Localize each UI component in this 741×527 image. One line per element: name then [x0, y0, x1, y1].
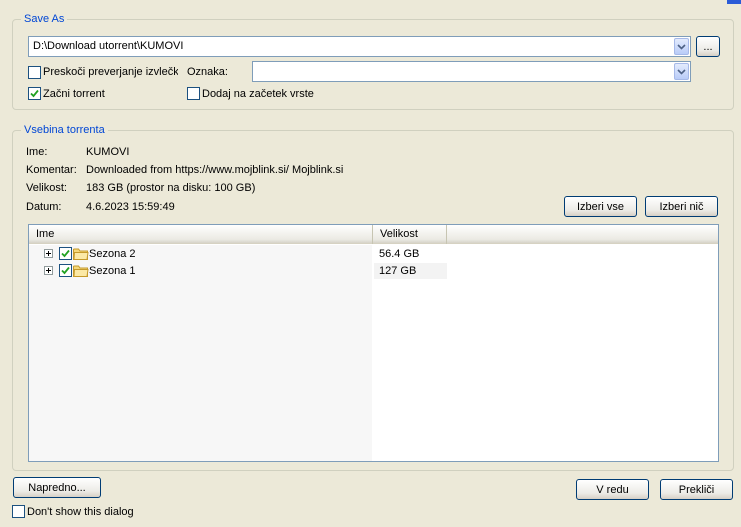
- dont-show-checkbox[interactable]: [12, 505, 25, 518]
- add-to-top-label: Dodaj na začetek vrste: [202, 88, 314, 100]
- name-value: KUMOVI: [86, 146, 130, 158]
- skip-hash-check-label: Preskoči preverjanje izvlečka: [43, 66, 178, 78]
- file-size: 56.4 GB: [374, 246, 447, 262]
- start-torrent-checkbox[interactable]: [28, 87, 41, 100]
- folder-icon: [73, 248, 89, 260]
- file-list[interactable]: Ime Velikost Sezona 2 56.4 GB Sezona 1 1…: [28, 224, 719, 462]
- checkmark-icon: [61, 266, 70, 275]
- date-caption: Datum:: [26, 201, 62, 213]
- comment-value: Downloaded from https://www.mojblink.si/…: [86, 164, 344, 176]
- checkmark-icon: [30, 89, 39, 98]
- column-header-size[interactable]: Velikost: [373, 225, 447, 244]
- file-row[interactable]: Sezona 2 56.4 GB: [29, 246, 447, 262]
- chevron-down-icon[interactable]: [674, 63, 689, 80]
- skip-hash-check-checkbox[interactable]: [28, 66, 41, 79]
- chevron-down-icon[interactable]: [674, 38, 689, 55]
- browse-button[interactable]: ...: [696, 36, 720, 57]
- expand-icon[interactable]: [44, 249, 53, 258]
- file-checkbox[interactable]: [59, 247, 72, 260]
- advanced-button[interactable]: Napredno...: [13, 477, 101, 498]
- start-torrent-label: Začni torrent: [43, 88, 105, 100]
- date-value: 4.6.2023 15:59:49: [86, 201, 175, 213]
- select-all-button[interactable]: Izberi vse: [564, 196, 637, 217]
- file-list-header: Ime Velikost: [29, 225, 718, 244]
- select-none-button[interactable]: Izberi nič: [645, 196, 718, 217]
- add-to-top-checkbox[interactable]: [187, 87, 200, 100]
- dont-show-label: Don't show this dialog: [27, 506, 134, 518]
- torrent-contents-title: Vsebina torrenta: [21, 123, 108, 137]
- folder-icon: [73, 265, 89, 277]
- label-caption: Oznaka:: [187, 66, 228, 78]
- expand-icon[interactable]: [44, 266, 53, 275]
- name-caption: Ime:: [26, 146, 48, 158]
- size-value: 183 GB (prostor na disku: 100 GB): [86, 182, 256, 194]
- file-row[interactable]: Sezona 1 127 GB: [29, 263, 447, 279]
- file-name: Sezona 2: [89, 248, 136, 260]
- window-edge: [727, 0, 741, 4]
- file-size: 127 GB: [374, 263, 447, 279]
- size-caption: Velikost:: [26, 182, 67, 194]
- ok-button[interactable]: V redu: [576, 479, 649, 500]
- checkmark-icon: [61, 249, 70, 258]
- comment-caption: Komentar:: [26, 164, 77, 176]
- save-path-combo[interactable]: D:\Download utorrent\KUMOVI: [28, 36, 691, 57]
- column-header-name[interactable]: Ime: [29, 225, 373, 244]
- save-as-title: Save As: [21, 12, 68, 26]
- label-combo[interactable]: [252, 61, 691, 82]
- cancel-button[interactable]: Prekliči: [660, 479, 733, 500]
- file-name: Sezona 1: [89, 265, 136, 277]
- save-path-value: D:\Download utorrent\KUMOVI: [33, 40, 184, 52]
- file-checkbox[interactable]: [59, 264, 72, 277]
